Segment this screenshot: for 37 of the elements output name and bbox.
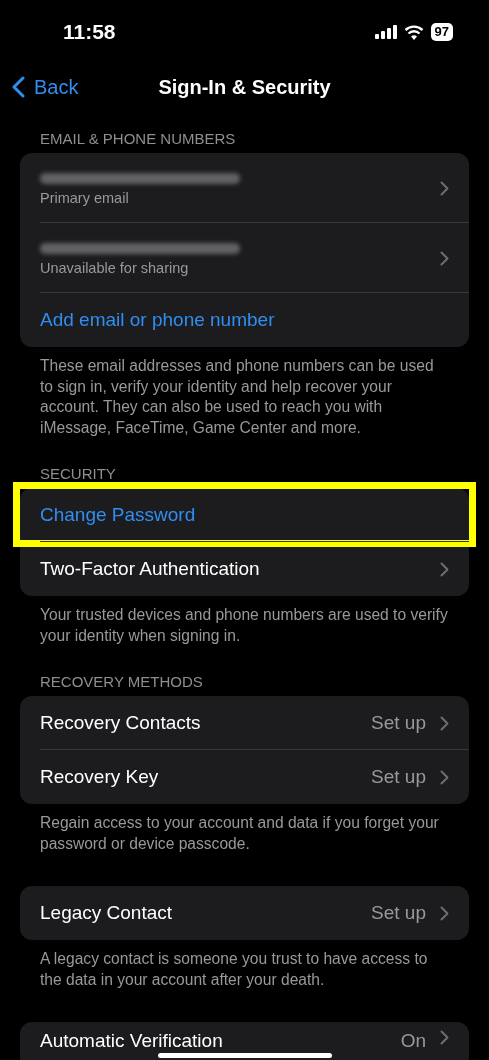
row-subtitle: Primary email — [40, 190, 130, 206]
settings-row[interactable]: Recovery Contacts Set up — [20, 696, 469, 750]
section-footer: Your trusted devices and phone numbers are used to verify your identity when signing in. — [20, 596, 469, 646]
row-label: Legacy Contact — [40, 902, 174, 924]
row-label: Recovery Contacts — [40, 712, 202, 734]
settings-row[interactable]: Recovery Key Set up — [20, 750, 469, 804]
settings-row[interactable]: Two-Factor Authentication — [20, 542, 469, 596]
settings-row[interactable]: Add email or phone number — [20, 293, 469, 347]
section-footer: These email addresses and phone numbers can be used to sign in, verify your identity and help recover your account. They can also be used to reach you with iMessage, FaceTime, Game Center and more. — [20, 347, 469, 438]
row-value: On — [400, 1030, 426, 1052]
back-chevron-icon — [12, 76, 25, 98]
section-footer: A legacy contact is someone you trust to have access to the data in your account after your death. — [20, 940, 469, 990]
settings-row[interactable]: Unavailable for sharing — [20, 223, 469, 293]
row-label: Recovery Key — [40, 766, 160, 788]
screen-title: Sign-In & Security — [158, 76, 331, 99]
settings-row[interactable]: Change Password — [20, 488, 469, 542]
settings-row[interactable]: Primary email — [20, 153, 469, 223]
section-header: SECURITY — [39, 464, 117, 484]
row-link[interactable]: Add email or phone number — [40, 309, 469, 331]
section-header: RECOVERY METHODS — [39, 672, 204, 692]
status-time: 11:58 — [63, 20, 116, 44]
row-value: Set up — [371, 902, 426, 924]
battery-level: 97 — [430, 23, 453, 41]
wifi-icon — [403, 24, 424, 40]
back-label[interactable]: Back — [34, 75, 79, 99]
signal-icon — [374, 25, 397, 39]
row-label: Automatic Verification — [40, 1030, 224, 1052]
row-label: Two-Factor Authentication — [40, 558, 261, 580]
settings-row[interactable]: Automatic Verification On — [20, 1022, 469, 1060]
section-footer: Regain access to your account and data if you forget your password or device passcode. — [20, 804, 469, 854]
row-value: Set up — [371, 766, 426, 788]
settings-row[interactable]: Legacy Contact Set up — [20, 886, 469, 940]
row-link[interactable]: Change Password — [40, 504, 469, 526]
row-value: Set up — [371, 712, 426, 734]
section-header: EMAIL & PHONE NUMBERS — [39, 129, 237, 149]
back-button[interactable]: Back — [0, 75, 79, 99]
row-subtitle: Unavailable for sharing — [40, 260, 190, 276]
